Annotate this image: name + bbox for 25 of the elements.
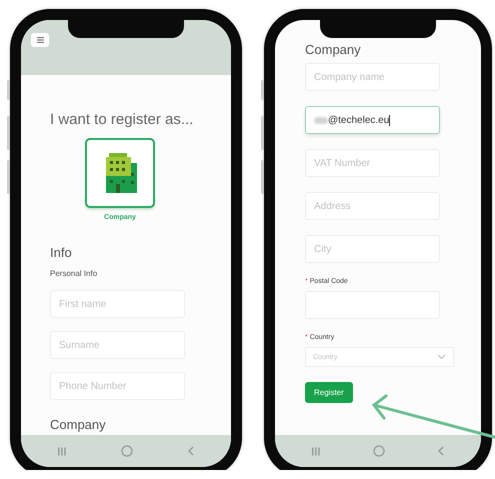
input-field[interactable]: Address [305,192,440,220]
input-field[interactable]: City [305,235,440,263]
section-heading: Company [50,417,107,432]
back-icon [188,446,194,456]
company-option-card[interactable] [85,138,155,208]
page-title: I want to register as... [50,111,194,128]
home-icon [120,445,133,457]
back-icon [438,446,444,456]
register-button[interactable]: Register [305,382,353,403]
section-heading: Company [305,42,362,57]
input-field[interactable]: @techelec.eu [305,106,440,134]
recent-apps-icon [312,446,320,456]
chevron-down-icon [437,354,446,360]
input-field[interactable]: Phone Number [50,372,185,400]
text-cursor [389,114,390,126]
input-field[interactable]: VAT Number [305,149,440,177]
home-icon [372,445,385,457]
input-field[interactable]: Surname [50,331,185,359]
section-heading: Info [50,245,73,260]
input-field[interactable]: Company name [305,63,440,91]
subsection-label: Personal Info [50,269,98,278]
recent-apps-icon [58,446,66,456]
menu-icon [36,37,44,43]
menu-button[interactable] [31,33,49,47]
input-field[interactable]: First name [50,290,185,318]
